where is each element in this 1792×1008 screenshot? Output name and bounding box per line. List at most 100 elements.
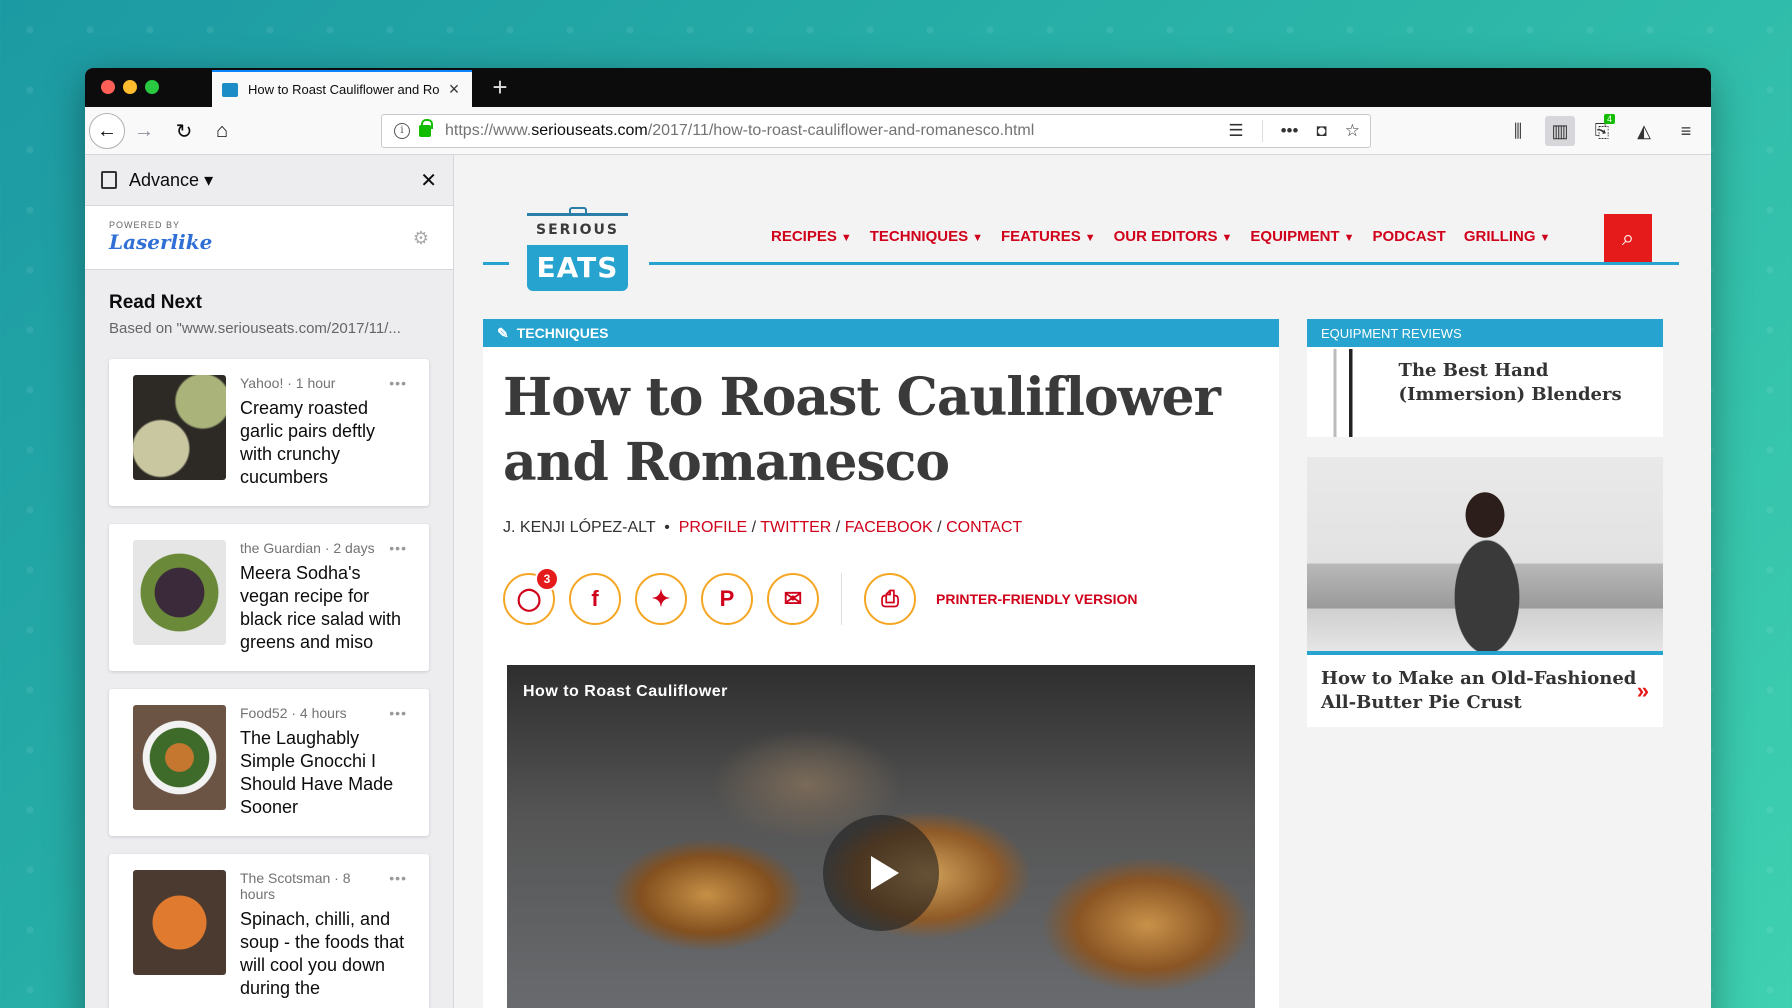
home-button[interactable]: ⌂: [207, 116, 237, 146]
reload-button[interactable]: ↻: [169, 116, 199, 146]
nav-grilling[interactable]: GRILLING ▼: [1464, 228, 1551, 245]
card-more-icon[interactable]: •••: [389, 705, 407, 721]
caret-down-icon: ▼: [972, 232, 983, 244]
minimize-window-button[interactable]: [123, 80, 137, 94]
profile-link[interactable]: PROFILE: [679, 519, 747, 536]
rail-section-label: EQUIPMENT REVIEWS: [1307, 319, 1663, 347]
facebook-share-button[interactable]: f: [569, 573, 621, 625]
comments-button[interactable]: ◯ 3: [503, 567, 559, 625]
twitter-share-button[interactable]: ✦: [635, 573, 687, 625]
card-title[interactable]: Spinach, chilli, and soup - the foods th…: [240, 908, 407, 1000]
card-source: Yahoo! · 1 hour: [240, 375, 336, 391]
email-share-button[interactable]: ✉: [767, 573, 819, 625]
article-thumbnail: [133, 705, 226, 810]
author-name[interactable]: J. KENJI LÓPEZ-ALT: [503, 519, 655, 536]
menu-icon[interactable]: ≡: [1671, 116, 1701, 146]
read-next-subtitle: Based on "www.seriouseats.com/2017/11/..…: [109, 320, 401, 337]
card-title[interactable]: Creamy roasted garlic pairs deftly with …: [240, 397, 407, 489]
rail-item-title[interactable]: The Best Hand (Immersion) Blenders: [1399, 359, 1649, 437]
close-window-button[interactable]: [101, 80, 115, 94]
site-search-button[interactable]: ⌕: [1604, 214, 1652, 262]
reader-view-icon[interactable]: ☰: [1228, 121, 1243, 141]
list-item[interactable]: Food52 · 4 hours ••• The Laughably Simple…: [109, 689, 429, 836]
pencil-icon: ✎: [497, 324, 509, 341]
rail-item-title[interactable]: How to Make an Old-Fashioned All-Butter …: [1321, 667, 1637, 715]
card-source: The Scotsman · 8 hours: [240, 870, 351, 902]
settings-gear-icon[interactable]: ⚙: [413, 228, 429, 249]
category-bar[interactable]: ✎ TECHNIQUES: [483, 319, 1279, 347]
site-favicon-icon: [222, 82, 238, 97]
sidebar-toggle-icon[interactable]: ▥: [1545, 116, 1575, 146]
equipment-reviews-card[interactable]: EQUIPMENT REVIEWS The Best Hand (Immersi…: [1307, 319, 1663, 437]
card-more-icon[interactable]: •••: [389, 375, 407, 391]
nav-our-editors[interactable]: OUR EDITORS ▼: [1114, 228, 1233, 245]
pinterest-share-button[interactable]: P: [701, 573, 753, 625]
notification-icon[interactable]: ⎘ 4: [1587, 114, 1617, 146]
print-button[interactable]: ⎙: [864, 573, 916, 625]
web-page: SERIOUS EATS RECIPES ▼ TECHNIQUES ▼ FEATUR…: [454, 155, 1711, 1008]
sidebar-title-dropdown[interactable]: Advance ▾: [129, 170, 213, 191]
card-title[interactable]: The Laughably Simple Gnocchi I Should Ha…: [240, 727, 407, 819]
play-icon[interactable]: [823, 815, 939, 931]
sidebar-header: Advance ▾ ✕: [85, 155, 453, 206]
zoom-window-button[interactable]: [145, 80, 159, 94]
nav-techniques[interactable]: TECHNIQUES ▼: [870, 228, 983, 245]
active-tab[interactable]: How to Roast Cauliflower and Romanesco ×: [212, 70, 472, 107]
nav-podcast[interactable]: PODCAST: [1372, 228, 1445, 245]
sidebar-close-icon[interactable]: ✕: [420, 168, 437, 193]
card-title[interactable]: Meera Sodha's vegan recipe for black ric…: [240, 562, 407, 654]
bookmark-star-icon[interactable]: ☆: [1345, 121, 1360, 141]
list-item[interactable]: the Guardian · 2 days ••• Meera Sodha's v…: [109, 524, 429, 671]
video-title: How to Roast Cauliflower: [523, 683, 728, 700]
nav-equipment[interactable]: EQUIPMENT ▼: [1250, 228, 1354, 245]
tab-close-icon[interactable]: ×: [446, 79, 462, 100]
contact-link[interactable]: CONTACT: [946, 519, 1022, 536]
card-more-icon[interactable]: •••: [389, 540, 407, 556]
sidebar-extension-icon: [101, 171, 117, 189]
caret-down-icon: ▼: [840, 232, 852, 244]
list-item[interactable]: Yahoo! · 1 hour ••• Creamy roasted garlic…: [109, 359, 429, 506]
serious-eats-logo[interactable]: SERIOUS EATS: [527, 207, 628, 291]
printer-friendly-link[interactable]: PRINTER-FRIENDLY VERSION: [936, 591, 1137, 607]
card-more-icon[interactable]: •••: [389, 870, 407, 902]
comment-count-badge: 3: [535, 567, 559, 591]
facebook-link[interactable]: FACEBOOK: [845, 519, 933, 536]
read-next-title: Read Next: [109, 292, 202, 313]
new-tab-button[interactable]: +: [485, 72, 515, 103]
pocket-icon[interactable]: ◘: [1316, 121, 1326, 141]
printer-icon: ⎙: [881, 586, 899, 611]
nav-toolbar: ← → ↻ ⌂ i https://www.seriouseats.com/20…: [85, 107, 1711, 155]
info-icon[interactable]: i: [394, 123, 410, 139]
forward-button[interactable]: →: [129, 116, 159, 146]
caret-down-icon: ▼: [1539, 232, 1551, 244]
nav-rule-left: [483, 262, 509, 265]
caret-down-icon: ▼: [1343, 232, 1355, 244]
browser-window: How to Roast Cauliflower and Romanesco ×…: [85, 68, 1711, 1008]
library-icon[interactable]: ⫼: [1503, 116, 1533, 146]
window-controls: [101, 80, 159, 94]
lock-icon[interactable]: [419, 119, 433, 137]
url-text[interactable]: https://www.seriouseats.com/2017/11/how-…: [445, 122, 1034, 140]
back-button[interactable]: ←: [89, 113, 125, 149]
facebook-icon: f: [591, 586, 599, 611]
kitchen-video-thumbnail: [1307, 457, 1663, 655]
extension-icon[interactable]: ◭: [1629, 116, 1659, 146]
list-item[interactable]: The Scotsman · 8 hours ••• Spinach, chill…: [109, 854, 429, 1008]
nav-features[interactable]: FEATURES ▼: [1001, 228, 1096, 245]
double-chevron-right-icon[interactable]: »: [1637, 678, 1649, 704]
page-actions-icon[interactable]: •••: [1281, 121, 1299, 141]
pinterest-icon: P: [719, 586, 735, 611]
laserlike-logo: Laserlike: [109, 230, 213, 254]
share-bar: ◯ 3 f ✦ P ✉ ⎙ PRINTER-FRIENDLY VERSION: [483, 537, 1279, 625]
nav-recipes[interactable]: RECIPES ▼: [771, 228, 852, 245]
pie-crust-card[interactable]: How to Make an Old-Fashioned All-Butter …: [1307, 457, 1663, 727]
url-actions: ☰ ••• ◘ ☆: [1228, 115, 1360, 147]
logo-bottom-text: EATS: [527, 245, 628, 291]
powered-by-label: POWERED BY: [109, 220, 181, 230]
twitter-link[interactable]: TWITTER: [760, 519, 831, 536]
byline: J. KENJI LÓPEZ-ALT • PROFILE / TWITTER /…: [503, 519, 1023, 536]
address-bar[interactable]: i https://www.seriouseats.com/2017/11/ho…: [381, 114, 1371, 148]
sidebar: Advance ▾ ✕ POWERED BY Laserlike ⚙ Read …: [85, 155, 454, 1008]
comment-icon: ◯: [516, 586, 542, 611]
video-player[interactable]: How to Roast Cauliflower: [507, 665, 1255, 1008]
